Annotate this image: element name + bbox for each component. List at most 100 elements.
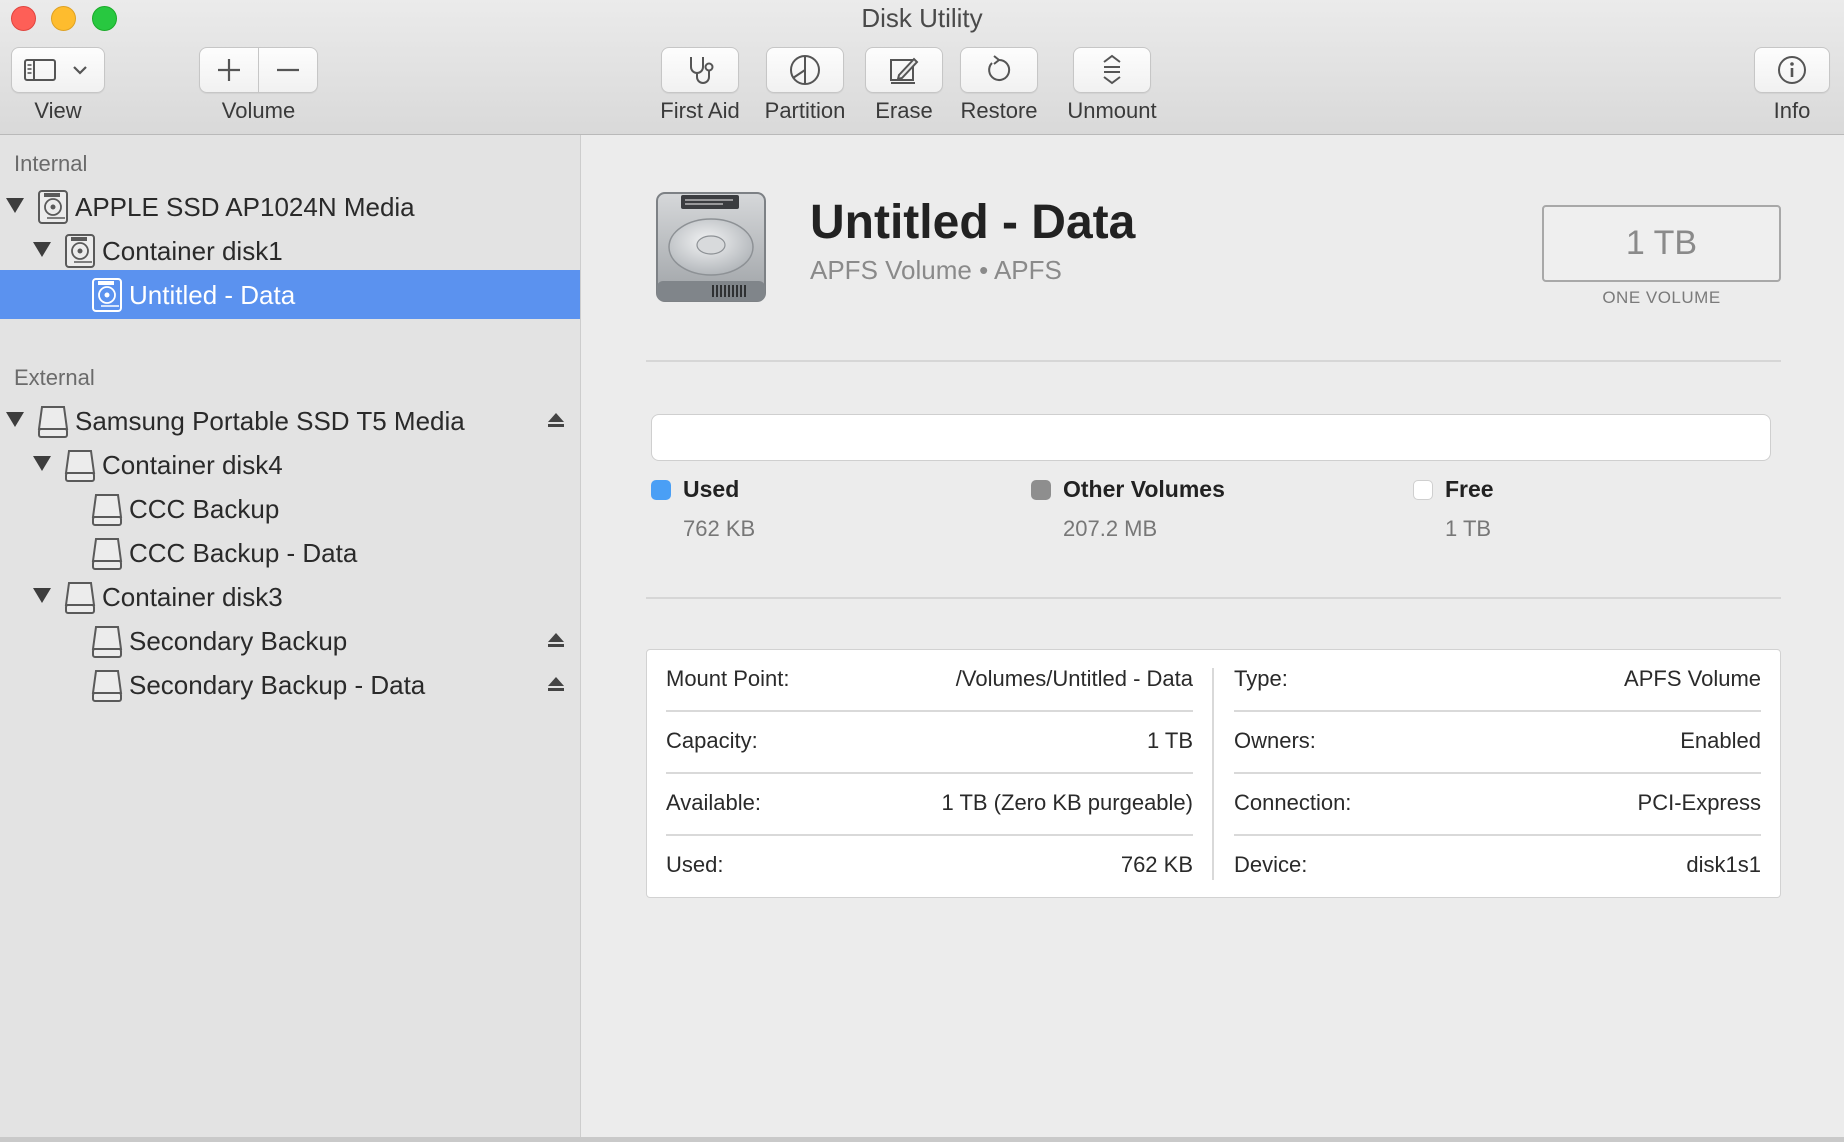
info-key: Owners: (1234, 728, 1316, 753)
info-row: Capacity: 1 TB (666, 712, 1193, 774)
external-disk-icon (62, 579, 98, 615)
partition-icon (790, 55, 820, 85)
info-key: Type: (1234, 666, 1288, 691)
first-aid-label: First Aid (660, 98, 740, 123)
internal-disk-icon (62, 233, 98, 269)
info-key: Mount Point: (666, 666, 790, 691)
divider (646, 597, 1781, 599)
disclosure-triangle-icon[interactable] (33, 456, 51, 471)
sidebar-item-container-disk4[interactable]: Container disk4 (0, 440, 580, 489)
capacity-box: 1 TB (1542, 205, 1781, 282)
stethoscope-icon (690, 57, 714, 84)
external-volume-icon (89, 535, 125, 571)
legend-value-used: 762 KB (683, 516, 756, 541)
unmount-button[interactable] (1073, 47, 1151, 93)
eject-icon[interactable] (546, 674, 566, 694)
sidebar-item-container-disk3[interactable]: Container disk3 (0, 572, 580, 621)
sidebar-item-apple-ssd-ap1024n-media[interactable]: APPLE SSD AP1024N Media (0, 182, 580, 231)
volume-label: Volume (221, 98, 296, 123)
info-button[interactable] (1754, 47, 1830, 93)
info-key: Used: (666, 852, 724, 877)
view-label: View (34, 98, 82, 123)
external-volume-icon (89, 667, 125, 703)
sidebar-item-container-disk1[interactable]: Container disk1 (0, 226, 580, 275)
remove-volume-button[interactable] (259, 48, 317, 92)
info-icon (1778, 56, 1806, 84)
sidebar-item-label: Samsung Portable SSD T5 Media (75, 406, 465, 436)
disclosure-triangle-icon[interactable] (33, 588, 51, 603)
view-button[interactable] (11, 47, 105, 93)
volume-detail-pane: Untitled - Data APFS Volume • APFS 1 TB … (581, 135, 1844, 1137)
legend-value-free: 1 TB (1445, 516, 1492, 541)
sidebar-icon (24, 59, 56, 81)
external-disk-icon (62, 447, 98, 483)
info-row: Owners: Enabled (1234, 712, 1761, 774)
disclosure-triangle-icon[interactable] (33, 242, 51, 257)
restore-label: Restore (960, 98, 1038, 123)
disclosure-triangle-icon[interactable] (6, 412, 24, 427)
info-value: 762 KB (1120, 852, 1193, 877)
external-volume-icon (89, 623, 125, 659)
sidebar-item-label: Container disk1 (102, 236, 283, 266)
legend-label-free: Free (1445, 476, 1494, 502)
info-key: Device: (1234, 852, 1308, 877)
sidebar-item-ccc-backup[interactable]: CCC Backup (0, 484, 580, 533)
sidebar: Internal APPLE SSD AP1024N Media Containe… (0, 135, 581, 1137)
volume-subtitle: APFS Volume • APFS (810, 255, 1062, 285)
info-value: APFS Volume (1624, 666, 1761, 691)
minus-icon (277, 68, 299, 72)
info-value: 1 TB (1146, 728, 1193, 753)
window-title: Disk Utility (861, 3, 983, 33)
info-label: Info (1773, 98, 1811, 123)
sidebar-item-secondary-backup-data[interactable]: Secondary Backup - Data (0, 660, 580, 709)
restore-button[interactable] (960, 47, 1038, 93)
eject-icon[interactable] (546, 630, 566, 650)
usage-bar (651, 414, 1771, 461)
sidebar-item-label: Secondary Backup - Data (129, 670, 426, 700)
legend-swatch-other-volumes (1031, 480, 1051, 500)
volume-name: Untitled - Data (810, 196, 1136, 249)
info-value: Enabled (1680, 728, 1761, 753)
sidebar-item-label: Container disk3 (102, 582, 283, 612)
sidebar-heading-internal: Internal (14, 151, 88, 176)
info-row: Used: 762 KB (666, 836, 1193, 898)
legend-value-other-volumes: 207.2 MB (1063, 516, 1158, 541)
chevron-down-icon (73, 66, 87, 75)
internal-volume-icon (656, 192, 766, 302)
erase-icon (890, 57, 919, 84)
info-column-divider (1212, 668, 1214, 880)
info-row: Device: disk1s1 (1234, 836, 1761, 898)
sidebar-item-label: APPLE SSD AP1024N Media (75, 192, 415, 222)
erase-label: Erase (875, 98, 933, 123)
partition-button[interactable] (766, 47, 844, 93)
info-row: Mount Point: /Volumes/Untitled - Data (666, 650, 1193, 712)
info-row: Available: 1 TB (Zero KB purgeable) (666, 774, 1193, 836)
erase-button[interactable] (865, 47, 943, 93)
legend-label-other-volumes: Other Volumes (1063, 476, 1225, 502)
sidebar-item-secondary-backup[interactable]: Secondary Backup (0, 616, 580, 665)
sidebar-item-ccc-backup-data[interactable]: CCC Backup - Data (0, 528, 580, 577)
first-aid-button[interactable] (661, 47, 739, 93)
legend-label-used: Used (683, 476, 740, 502)
capacity-caption: ONE VOLUME (1602, 288, 1721, 307)
legend-swatch-free (1413, 480, 1433, 500)
disclosure-triangle-icon[interactable] (6, 198, 24, 213)
sidebar-item-samsung-portable-ssd-t5-media[interactable]: Samsung Portable SSD T5 Media (0, 396, 580, 445)
sidebar-item-label: Untitled - Data (129, 280, 296, 310)
info-value: PCI-Express (1637, 790, 1761, 815)
sidebar-item-untitled-data[interactable]: Untitled - Data (0, 270, 580, 319)
info-key: Available: (666, 790, 761, 815)
plus-icon (218, 59, 240, 81)
info-row: Connection: PCI-Express (1234, 774, 1761, 836)
toolbar: Disk Utility View Volume First Aid Parti… (0, 0, 1844, 135)
info-value: /Volumes/Untitled - Data (955, 666, 1193, 691)
volume-info-table: Mount Point: /Volumes/Untitled - Data Capa… (646, 649, 1781, 898)
internal-disk-icon (35, 189, 71, 225)
add-volume-button[interactable] (200, 48, 259, 92)
restore-icon (988, 55, 1011, 81)
divider (646, 360, 1781, 362)
unmount-icon (1103, 54, 1121, 85)
sidebar-item-label: CCC Backup (129, 494, 280, 524)
sidebar-heading-external: External (14, 365, 95, 390)
eject-icon[interactable] (546, 410, 566, 430)
